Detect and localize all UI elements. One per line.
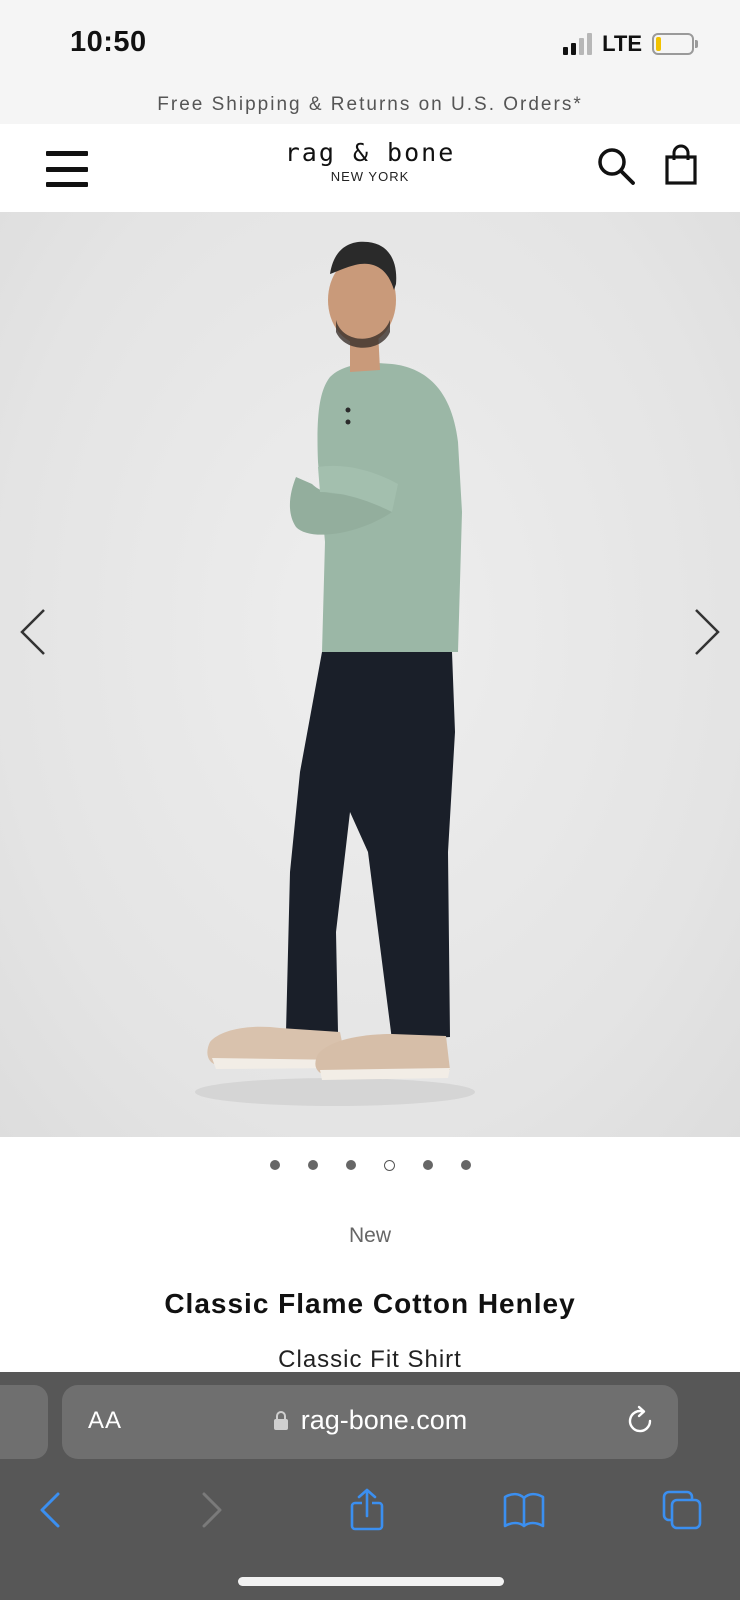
product-subtitle: Classic Fit Shirt — [278, 1346, 462, 1373]
carousel-dot[interactable] — [383, 1160, 395, 1171]
promo-banner[interactable]: Free Shipping & Returns on U.S. Orders* — [0, 86, 740, 124]
carousel-dot[interactable] — [269, 1160, 280, 1170]
share-icon[interactable] — [345, 1488, 389, 1532]
address-bar[interactable]: AA rag-bone.com — [62, 1385, 678, 1459]
product-title: Classic Flame Cotton Henley — [164, 1288, 576, 1319]
reload-icon[interactable] — [624, 1405, 656, 1437]
previous-image-arrow-icon[interactable] — [14, 602, 54, 662]
url-display: rag-bone.com — [62, 1405, 678, 1436]
status-time: 10:50 — [70, 26, 147, 58]
browser-toolbar — [0, 1474, 740, 1544]
carousel-dot[interactable] — [460, 1160, 471, 1170]
cellular-signal-icon — [563, 33, 593, 55]
back-icon[interactable] — [30, 1488, 74, 1532]
carousel-dot[interactable] — [422, 1160, 433, 1170]
forward-icon[interactable] — [188, 1488, 232, 1532]
status-bar: 10:50 LTE — [0, 0, 740, 86]
new-badge: New — [348, 1224, 391, 1247]
status-indicators: LTE — [563, 30, 698, 58]
carousel-dot[interactable] — [345, 1160, 356, 1170]
carousel-pagination — [0, 1160, 740, 1171]
lock-icon — [273, 1410, 288, 1430]
product-photo — [195, 241, 475, 1106]
shopping-bag-icon[interactable] — [664, 144, 698, 186]
next-image-arrow-icon[interactable] — [686, 602, 726, 662]
network-type: LTE — [602, 31, 642, 56]
tabs-icon[interactable] — [660, 1488, 704, 1532]
site-header: rag & bone NEW YORK — [0, 124, 740, 212]
browser-bottom-bar: AA rag-bone.com — [0, 1372, 740, 1600]
bookmarks-icon[interactable] — [502, 1488, 546, 1532]
home-indicator[interactable] — [238, 1577, 504, 1586]
carousel-dot[interactable] — [307, 1160, 318, 1170]
previous-tab-preview[interactable] — [0, 1385, 48, 1459]
search-icon[interactable] — [596, 146, 636, 186]
promo-text: Free Shipping & Returns on U.S. Orders* — [157, 94, 583, 115]
product-image-carousel[interactable] — [0, 212, 740, 1137]
url-text: rag-bone.com — [300, 1405, 468, 1435]
battery-icon — [652, 33, 698, 55]
